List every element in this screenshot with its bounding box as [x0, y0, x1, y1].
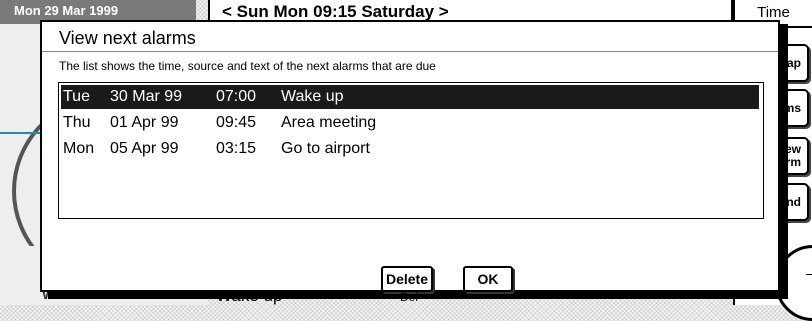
- dialog-title: View next alarms: [59, 28, 196, 48]
- alarm-date: 30 Mar 99: [110, 88, 183, 105]
- alarm-row[interactable]: Tue 30 Mar 99 07:00 Wake up: [61, 85, 759, 109]
- view-next-alarms-dialog: View next alarms The list shows the time…: [40, 20, 780, 304]
- alarm-list[interactable]: Tue 30 Mar 99 07:00 Wake up Thu 01 Apr 9…: [58, 82, 764, 219]
- alarm-time: 09:45: [216, 114, 257, 131]
- alarm-day: Tue: [63, 88, 90, 105]
- alarm-day: Thu: [63, 114, 91, 131]
- delete-button[interactable]: Delete: [381, 266, 433, 292]
- delete-shortcut-hint: Del: [399, 290, 418, 304]
- alarm-time: 07:00: [216, 88, 257, 105]
- alarm-time: 03:15: [216, 140, 257, 157]
- dialog-divider: [42, 51, 778, 52]
- alarm-date: 01 Apr 99: [110, 114, 179, 131]
- alarm-text: Wake up: [281, 88, 344, 105]
- alarm-text: Area meeting: [281, 114, 377, 131]
- alarm-text: Go to airport: [281, 140, 370, 157]
- alarm-row[interactable]: Thu 01 Apr 99 09:45 Area meeting: [61, 111, 759, 135]
- ok-button[interactable]: OK: [463, 266, 513, 292]
- alarm-row[interactable]: Mon 05 Apr 99 03:15 Go to airport: [61, 137, 759, 161]
- alarm-day: Mon: [63, 140, 95, 157]
- dialog-description: The list shows the time, source and text…: [59, 59, 436, 73]
- alarm-date: 05 Apr 99: [110, 140, 179, 157]
